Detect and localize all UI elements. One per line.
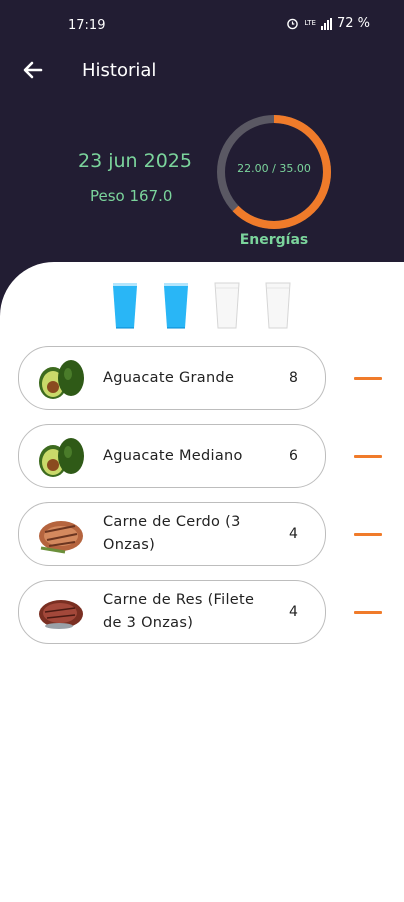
food-name: Carne de Cerdo (3 Onzas)	[103, 514, 241, 553]
page-title: Historial	[82, 60, 157, 81]
network-type: LTE	[304, 19, 316, 27]
food-row: Aguacate Mediano 6	[18, 424, 404, 490]
battery-level: 72 %	[336, 16, 370, 31]
alarm-icon	[287, 18, 299, 30]
summary-date: 23 jun 2025	[78, 150, 192, 172]
beef-steak-icon	[39, 600, 83, 629]
remove-food-button[interactable]	[354, 368, 384, 388]
signal-icon	[320, 17, 332, 30]
food-card[interactable]: Carne de Res (Filete de 3 Onzas) 4	[18, 580, 326, 644]
water-glass-full-icon[interactable]	[112, 282, 138, 330]
food-name: Aguacate Grande	[103, 369, 235, 386]
pork-meat-icon	[39, 521, 83, 554]
food-quantity: 8	[289, 370, 298, 386]
food-quantity: 6	[289, 448, 298, 464]
remove-food-button[interactable]	[354, 446, 384, 466]
remove-food-button[interactable]	[354, 524, 384, 544]
water-glasses	[112, 282, 291, 330]
food-quantity: 4	[289, 604, 298, 620]
app-bar: Historial	[0, 52, 404, 92]
arrow-left-icon[interactable]	[20, 57, 46, 83]
remove-food-button[interactable]	[354, 602, 384, 622]
avocado-icon	[39, 360, 84, 399]
food-card[interactable]: Aguacate Mediano 6	[18, 424, 326, 488]
food-row: Carne de Cerdo (3 Onzas) 4	[18, 502, 404, 568]
food-card[interactable]: Carne de Cerdo (3 Onzas) 4	[18, 502, 326, 566]
water-glass-empty-icon[interactable]	[265, 282, 291, 330]
energy-label: Energías	[239, 232, 309, 248]
water-glass-empty-icon[interactable]	[214, 282, 240, 330]
food-name: Aguacate Mediano	[103, 447, 243, 464]
water-glass-full-icon[interactable]	[163, 282, 189, 330]
food-row: Aguacate Grande 8	[18, 346, 404, 412]
food-name: Carne de Res (Filete de 3 Onzas)	[103, 592, 255, 631]
food-quantity: 4	[289, 526, 298, 542]
status-bar: 17:19 LTE 72 %	[0, 0, 404, 50]
avocado-icon	[39, 438, 84, 477]
food-card[interactable]: Aguacate Grande 8	[18, 346, 326, 410]
summary-weight: Peso 167.0	[90, 187, 173, 205]
food-row: Carne de Res (Filete de 3 Onzas) 4	[18, 580, 404, 646]
energy-progress-text: 22.00 / 35.00	[237, 162, 311, 175]
status-time: 17:19	[68, 18, 106, 33]
